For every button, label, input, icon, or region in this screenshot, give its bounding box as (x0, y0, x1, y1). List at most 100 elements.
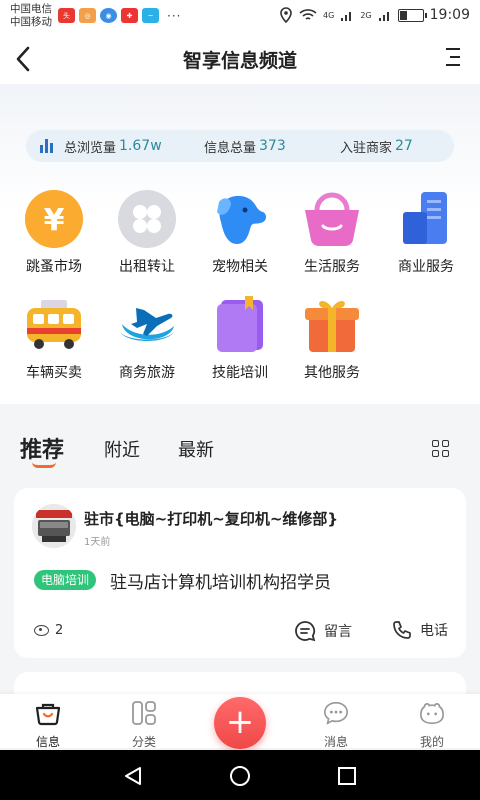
carrier-info: 中国电信 中国移动 (10, 3, 52, 29)
category-label: 生活服务 (304, 259, 360, 275)
message-icon (324, 701, 348, 725)
signal-icon (378, 11, 389, 21)
eye-icon (34, 625, 49, 636)
airplane-icon (116, 294, 178, 356)
add-post-button[interactable]: + (214, 697, 266, 749)
category-label: 技能培训 (212, 365, 268, 381)
tab-messages[interactable]: 消息 (306, 700, 366, 750)
grid-four-icon (116, 188, 178, 250)
wifi-icon (299, 9, 317, 20)
category-label: 宠物相关 (212, 259, 268, 275)
more-icon: ··· (167, 8, 182, 23)
status-right: 4G 2G 19:09 (279, 7, 470, 23)
stat-total-label: 信息总量 (204, 140, 257, 156)
category-business-travel[interactable]: 商务旅游 (101, 294, 193, 382)
stats-bar: 总浏览量 1.67w 信息总量 373 入驻商家 27 (26, 130, 454, 162)
category-flea-market[interactable]: ¥ 跳蚤市场 (8, 188, 100, 276)
stat-views-value: 1.67w (119, 138, 162, 154)
post-card[interactable]: 驻市{电脑~打印机~复印机~维修部} 1天前 电脑培训 驻马店计算机培训机构招学… (14, 488, 466, 658)
shop-app-icon: ✚ (121, 8, 138, 23)
stat-merchants: 入驻商家 27 (340, 137, 413, 156)
stat-total-value: 373 (259, 138, 286, 154)
category-label: 车辆买卖 (26, 365, 82, 381)
nav-home-icon[interactable] (229, 765, 251, 787)
nav-back-icon[interactable] (122, 765, 144, 787)
category-label: 商业服务 (398, 259, 454, 275)
network-label-1: 4G (323, 10, 335, 20)
category-icon (132, 701, 156, 725)
stat-merchants-value: 27 (395, 138, 413, 154)
category-label: 出租转让 (119, 259, 175, 275)
tab-mine[interactable]: 我的 (402, 700, 462, 750)
clock: 19:09 (429, 7, 470, 23)
tab-messages-label: 消息 (323, 735, 348, 749)
basket-icon (35, 703, 61, 726)
bar-chart-icon (40, 139, 56, 153)
location-icon (280, 7, 292, 23)
view-count-value: 2 (55, 623, 64, 638)
category-business-services[interactable]: 商业服务 (380, 188, 472, 276)
category-label: 跳蚤市场 (26, 259, 82, 275)
travel-app-icon: ~ (142, 8, 159, 23)
phone-label: 电话 (420, 623, 448, 639)
tab-mine-label: 我的 (419, 735, 444, 749)
notification-icons: 头 ◎ ◉ ✚ ~ ··· (58, 8, 181, 23)
tab-category[interactable]: 分类 (114, 700, 174, 750)
category-skills-training[interactable]: 技能培训 (194, 294, 286, 382)
tab-indicator (32, 462, 56, 468)
tab-info-label: 信息 (35, 735, 60, 749)
post-content[interactable]: 驻马店计算机培训机构招学员 (110, 568, 331, 593)
avatar[interactable] (32, 504, 76, 548)
carrier-2: 中国移动 (10, 16, 52, 28)
phone-button[interactable]: 电话 (392, 620, 448, 640)
battery-icon (397, 8, 427, 22)
menu-icon[interactable] (440, 48, 460, 68)
shop-name[interactable]: 驻市{电脑~打印机~复印机~维修部} (84, 508, 338, 529)
basket-icon (301, 188, 363, 250)
category-other-services[interactable]: 其他服务 (286, 294, 378, 382)
app-icon: ◎ (79, 8, 96, 23)
tab-recommend[interactable]: 推荐 (20, 432, 64, 464)
stat-total: 信息总量 373 (204, 137, 340, 156)
signal-icon (341, 11, 352, 21)
stat-views-label: 总浏览量 (64, 140, 117, 156)
building-icon (395, 188, 457, 250)
tab-info[interactable]: 信息 (18, 700, 78, 750)
system-nav-bar (0, 750, 480, 800)
network-label-2: 2G (360, 10, 372, 20)
gift-icon (301, 294, 363, 356)
layout-switch-icon[interactable] (432, 440, 450, 458)
comment-icon (295, 621, 316, 642)
yuan-coin-icon: ¥ (23, 188, 85, 250)
category-vehicles[interactable]: 车辆买卖 (8, 294, 100, 382)
category-pets[interactable]: 宠物相关 (194, 188, 286, 276)
post-time: 1天前 (84, 537, 111, 548)
tab-latest[interactable]: 最新 (178, 436, 214, 462)
face-icon (420, 703, 444, 725)
tab-category-label: 分类 (131, 735, 156, 749)
phone-icon (393, 621, 411, 639)
category-tag: 电脑培训 (34, 570, 97, 590)
category-label: 商务旅游 (119, 365, 175, 381)
view-count: 2 (34, 623, 63, 638)
book-icon (209, 294, 271, 356)
tab-nearby[interactable]: 附近 (104, 436, 140, 462)
category-label: 其他服务 (304, 365, 360, 381)
category-life-services[interactable]: 生活服务 (286, 188, 378, 276)
page-title: 智享信息频道 (182, 50, 297, 72)
feed-tabs: 推荐 附近 最新 (0, 430, 480, 470)
app-header: 智享信息频道 (0, 34, 480, 84)
comment-button[interactable]: 留言 (294, 620, 352, 642)
dog-icon (209, 188, 271, 250)
svg-text:¥: ¥ (44, 203, 65, 238)
status-bar: 中国电信 中国移动 头 ◎ ◉ ✚ ~ ··· 4G 2G 19:09 (0, 0, 480, 34)
stat-views: 总浏览量 1.67w (64, 137, 204, 156)
nav-recents-icon[interactable] (336, 765, 358, 787)
browser-icon: ◉ (100, 8, 117, 23)
category-rent-transfer[interactable]: 出租转让 (101, 188, 193, 276)
comment-label: 留言 (324, 624, 352, 640)
news-app-icon: 头 (58, 8, 75, 23)
bus-icon (23, 294, 85, 356)
stat-merchants-label: 入驻商家 (340, 140, 393, 156)
carrier-1: 中国电信 (10, 3, 52, 15)
